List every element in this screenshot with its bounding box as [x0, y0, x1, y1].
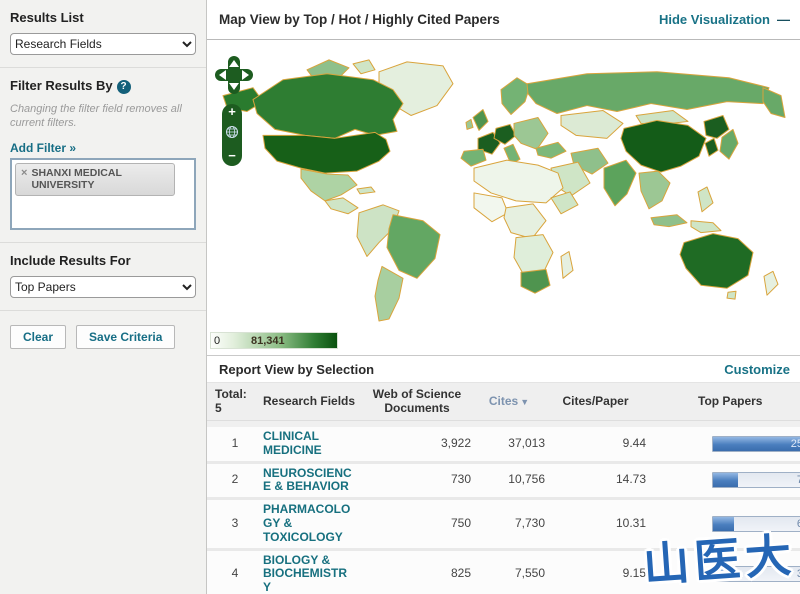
sidebar: Results List Research Fields Filter Resu…	[0, 0, 207, 594]
rank-cell: 4	[231, 566, 239, 581]
include-results-select[interactable]: Top Papers	[10, 275, 196, 298]
top-papers-value: 25	[790, 437, 800, 450]
top-papers-bar: 25	[712, 435, 800, 452]
watermark: 山医大	[641, 527, 798, 593]
research-field-link[interactable]: CLINICAL MEDICINE	[263, 429, 353, 458]
results-list-select[interactable]: Research Fields	[10, 33, 196, 55]
sort-down-icon: ▼	[520, 396, 530, 407]
filter-box: × SHANXI MEDICAL UNIVERSITY	[10, 157, 196, 230]
filter-section: Filter Results By? Changing the filter f…	[0, 68, 206, 243]
hide-visualization-link[interactable]: Hide Visualization —	[659, 12, 790, 27]
field-cell: NEUROSCIENCE & BEHAVIOR	[263, 466, 363, 495]
top-papers-cell: 25	[650, 435, 800, 452]
main-content: Map View by Top / Hot / Highly Cited Pap…	[207, 0, 800, 594]
map-zoom-control: + −	[222, 104, 242, 166]
documents-cell: 825	[450, 566, 471, 581]
visualization-header: Map View by Top / Hot / Highly Cited Pap…	[207, 0, 800, 40]
research-field-link[interactable]: BIOLOGY & BIOCHEMISTRY	[263, 553, 353, 594]
cites-per-paper-cell: 9.44	[622, 435, 646, 450]
minus-icon: —	[777, 12, 790, 27]
total-header: Total: 5	[215, 386, 247, 415]
results-list-heading: Results List	[10, 10, 84, 25]
cites-per-paper-cell: 10.31	[615, 515, 646, 530]
clear-button[interactable]: Clear	[10, 324, 67, 349]
rank-cell: 2	[231, 472, 239, 487]
globe-icon[interactable]	[225, 125, 239, 144]
table-row: 1 CLINICAL MEDICINE 3,922 37,013 9.44 25	[207, 421, 800, 461]
customize-link[interactable]: Customize	[724, 362, 790, 377]
remove-filter-icon[interactable]: ×	[21, 167, 27, 179]
research-fields-header: Research Fields	[263, 393, 356, 408]
map-pan-control[interactable]	[215, 56, 253, 94]
cites-cell: 7,730	[514, 515, 545, 530]
wos-documents-header: Web of Science Documents	[372, 386, 462, 415]
criteria-buttons: Clear Save Criteria	[0, 311, 206, 361]
world-map[interactable]	[207, 44, 800, 322]
cites-per-paper-cell: 9.15	[622, 566, 646, 581]
include-results-heading: Include Results For	[10, 252, 131, 268]
field-cell: BIOLOGY & BIOCHEMISTRY	[263, 553, 363, 594]
filter-note: Changing the filter field removes all cu…	[10, 103, 182, 130]
legend-max-label: 81,341	[251, 335, 285, 347]
rank-cell: 3	[231, 515, 239, 530]
documents-cell: 730	[450, 472, 471, 487]
map-panel: + − 0 81,341	[207, 40, 800, 355]
field-cell: PHARMACOLOGY & TOXICOLOGY	[263, 502, 363, 544]
top-papers-bar-fill	[713, 473, 739, 488]
page: Results List Research Fields Filter Resu…	[0, 0, 800, 594]
table-row: 2 NEUROSCIENCE & BEHAVIOR 730 10,756 14.…	[207, 460, 800, 498]
cites-per-paper-cell: 14.73	[615, 472, 646, 487]
cites-cell: 37,013	[508, 435, 545, 450]
research-field-link[interactable]: PHARMACOLOGY & TOXICOLOGY	[263, 502, 353, 544]
report-header: Report View by Selection Customize	[207, 355, 800, 383]
filter-by-heading: Filter Results By?	[10, 78, 196, 94]
rank-cell: 1	[231, 435, 239, 450]
top-papers-header: Top Papers	[698, 393, 763, 408]
filter-chip[interactable]: × SHANXI MEDICAL UNIVERSITY	[15, 162, 175, 196]
report-title: Report View by Selection	[219, 361, 375, 377]
table-header-row: Total: 5 Research Fields Web of Science …	[207, 383, 800, 421]
documents-cell: 3,922	[440, 435, 471, 450]
add-filter-link[interactable]: Add Filter »	[10, 141, 76, 155]
filter-chip-label: SHANXI MEDICAL UNIVERSITY	[31, 166, 122, 192]
legend-min-label: 0	[214, 335, 221, 347]
map-legend: 0 81,341	[210, 332, 338, 349]
cites-cell: 7,550	[514, 566, 545, 581]
field-cell: CLINICAL MEDICINE	[263, 429, 363, 458]
top-papers-cell: 7	[650, 472, 800, 489]
save-criteria-button[interactable]: Save Criteria	[76, 324, 176, 349]
viz-title: Map View by Top / Hot / Highly Cited Pap…	[219, 12, 500, 27]
cites-sort-header[interactable]: Cites ▼	[473, 394, 545, 409]
zoom-in-button[interactable]: +	[228, 105, 236, 119]
help-icon[interactable]: ?	[116, 80, 131, 94]
cites-cell: 10,756	[508, 472, 545, 487]
top-papers-bar: 7	[712, 472, 800, 489]
zoom-out-button[interactable]: −	[228, 149, 236, 163]
cites-per-paper-header: Cites/Paper	[562, 393, 629, 408]
research-field-link[interactable]: NEUROSCIENCE & BEHAVIOR	[263, 466, 353, 495]
results-list-section: Results List Research Fields	[0, 0, 206, 68]
documents-cell: 750	[450, 515, 471, 530]
top-papers-bar-fill	[713, 436, 800, 451]
include-results-section: Include Results For Top Papers	[0, 243, 206, 311]
